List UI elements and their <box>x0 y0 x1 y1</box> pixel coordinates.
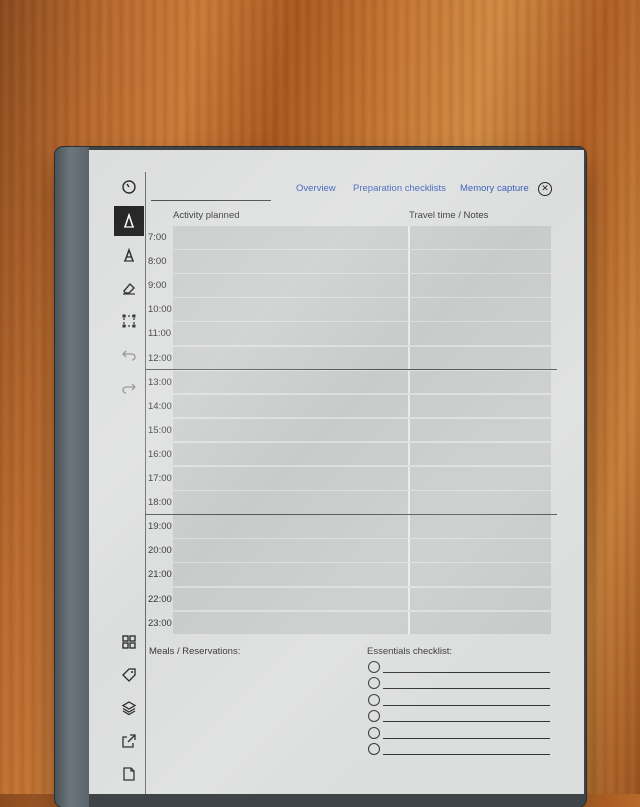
column-header-activity: Activity planned <box>173 210 240 221</box>
time-label: 15:00 <box>148 424 172 436</box>
time-label: 19:00 <box>148 521 172 533</box>
tab-memory-capture[interactable]: Memory capture <box>460 183 529 194</box>
timer-icon[interactable] <box>114 172 144 202</box>
pen-icon[interactable] <box>114 206 144 236</box>
undo-icon[interactable] <box>114 339 144 369</box>
checklist-line <box>383 672 550 673</box>
left-toolbar <box>89 172 146 794</box>
checkbox-circle-icon[interactable] <box>368 693 380 706</box>
table-row[interactable] <box>173 274 551 297</box>
checklist-line <box>383 754 550 755</box>
column-divider <box>408 563 410 586</box>
time-label: 14:00 <box>148 400 172 412</box>
checklist-item[interactable] <box>368 677 550 690</box>
column-header-travel: Travel time / Notes <box>409 210 489 221</box>
selection-icon[interactable] <box>114 306 144 336</box>
tablet-spine <box>55 147 89 807</box>
share-icon[interactable] <box>114 726 144 756</box>
time-label: 16:00 <box>148 448 172 460</box>
table-row[interactable] <box>173 346 551 369</box>
column-divider <box>408 515 410 538</box>
time-label: 20:00 <box>148 545 172 557</box>
eraser-icon[interactable] <box>114 273 144 303</box>
column-divider <box>408 587 410 610</box>
column-divider <box>408 394 410 418</box>
column-divider <box>408 442 410 466</box>
column-divider <box>408 346 410 369</box>
time-label: 13:00 <box>148 376 172 388</box>
highlighter-icon[interactable] <box>114 240 144 270</box>
evening-separator <box>145 514 557 515</box>
table-row[interactable] <box>173 491 551 514</box>
time-label: 18:00 <box>148 497 172 509</box>
checklist-line <box>383 721 550 723</box>
essentials-label: Essentials checklist: <box>367 646 453 657</box>
table-row[interactable] <box>173 226 551 249</box>
checklist-item[interactable] <box>368 661 550 673</box>
layers-icon[interactable] <box>114 693 144 723</box>
tab-preparation-checklists[interactable]: Preparation checklists <box>353 183 446 194</box>
time-label: 17:00 <box>148 473 172 484</box>
table-row[interactable] <box>173 587 551 610</box>
table-row[interactable] <box>173 539 551 562</box>
column-divider <box>408 418 410 442</box>
table-row[interactable] <box>173 467 551 490</box>
column-divider <box>408 370 410 394</box>
meals-label: Meals / Reservations: <box>149 646 241 657</box>
time-label: 12:00 <box>148 352 172 364</box>
tablet-screen: Overview Preparation checklists Memory c… <box>89 150 584 794</box>
table-row[interactable] <box>173 322 551 345</box>
grid-view-icon[interactable] <box>114 627 144 657</box>
redo-icon[interactable] <box>114 372 144 402</box>
column-divider <box>408 539 410 562</box>
column-divider <box>408 467 410 490</box>
time-label: 11:00 <box>148 328 172 340</box>
checklist-item[interactable] <box>368 693 550 706</box>
table-row[interactable] <box>173 442 551 466</box>
checklist-line <box>383 688 550 690</box>
time-label: 8:00 <box>148 256 167 268</box>
time-label: 23:00 <box>148 617 172 629</box>
column-divider <box>408 274 410 297</box>
table-row[interactable] <box>173 370 551 394</box>
title-line <box>151 200 271 201</box>
table-row[interactable] <box>173 418 551 442</box>
table-row[interactable] <box>173 515 551 538</box>
tab-overview[interactable]: Overview <box>296 183 336 194</box>
checkbox-circle-icon[interactable] <box>368 743 380 755</box>
checkbox-circle-icon[interactable] <box>368 661 380 673</box>
column-divider <box>408 226 410 249</box>
column-divider <box>408 250 410 273</box>
close-icon[interactable]: ✕ <box>538 182 552 196</box>
column-divider <box>408 491 410 514</box>
table-row[interactable] <box>173 250 551 273</box>
column-divider <box>408 322 410 345</box>
time-label: 9:00 <box>148 280 167 292</box>
checkbox-circle-icon[interactable] <box>368 677 380 690</box>
time-label: 7:00 <box>148 232 167 243</box>
page-icon[interactable] <box>114 759 144 789</box>
afternoon-separator <box>145 369 557 370</box>
time-label: 10:00 <box>148 304 172 316</box>
table-row[interactable] <box>173 394 551 418</box>
column-divider <box>408 298 410 321</box>
checklist-item[interactable] <box>368 743 550 755</box>
checklist-line <box>383 737 550 739</box>
time-label: 21:00 <box>148 569 172 581</box>
checklist-item[interactable] <box>368 726 550 739</box>
checklist-line <box>383 704 550 706</box>
time-label: 22:00 <box>148 593 172 605</box>
table-row[interactable] <box>173 298 551 321</box>
column-divider <box>408 611 410 635</box>
table-row[interactable] <box>173 563 551 586</box>
table-row[interactable] <box>173 611 551 635</box>
checkbox-circle-icon[interactable] <box>368 710 380 723</box>
schedule-grid <box>173 226 551 635</box>
checklist-item[interactable] <box>368 710 550 723</box>
tag-icon[interactable] <box>114 660 144 690</box>
checkbox-circle-icon[interactable] <box>368 726 380 739</box>
